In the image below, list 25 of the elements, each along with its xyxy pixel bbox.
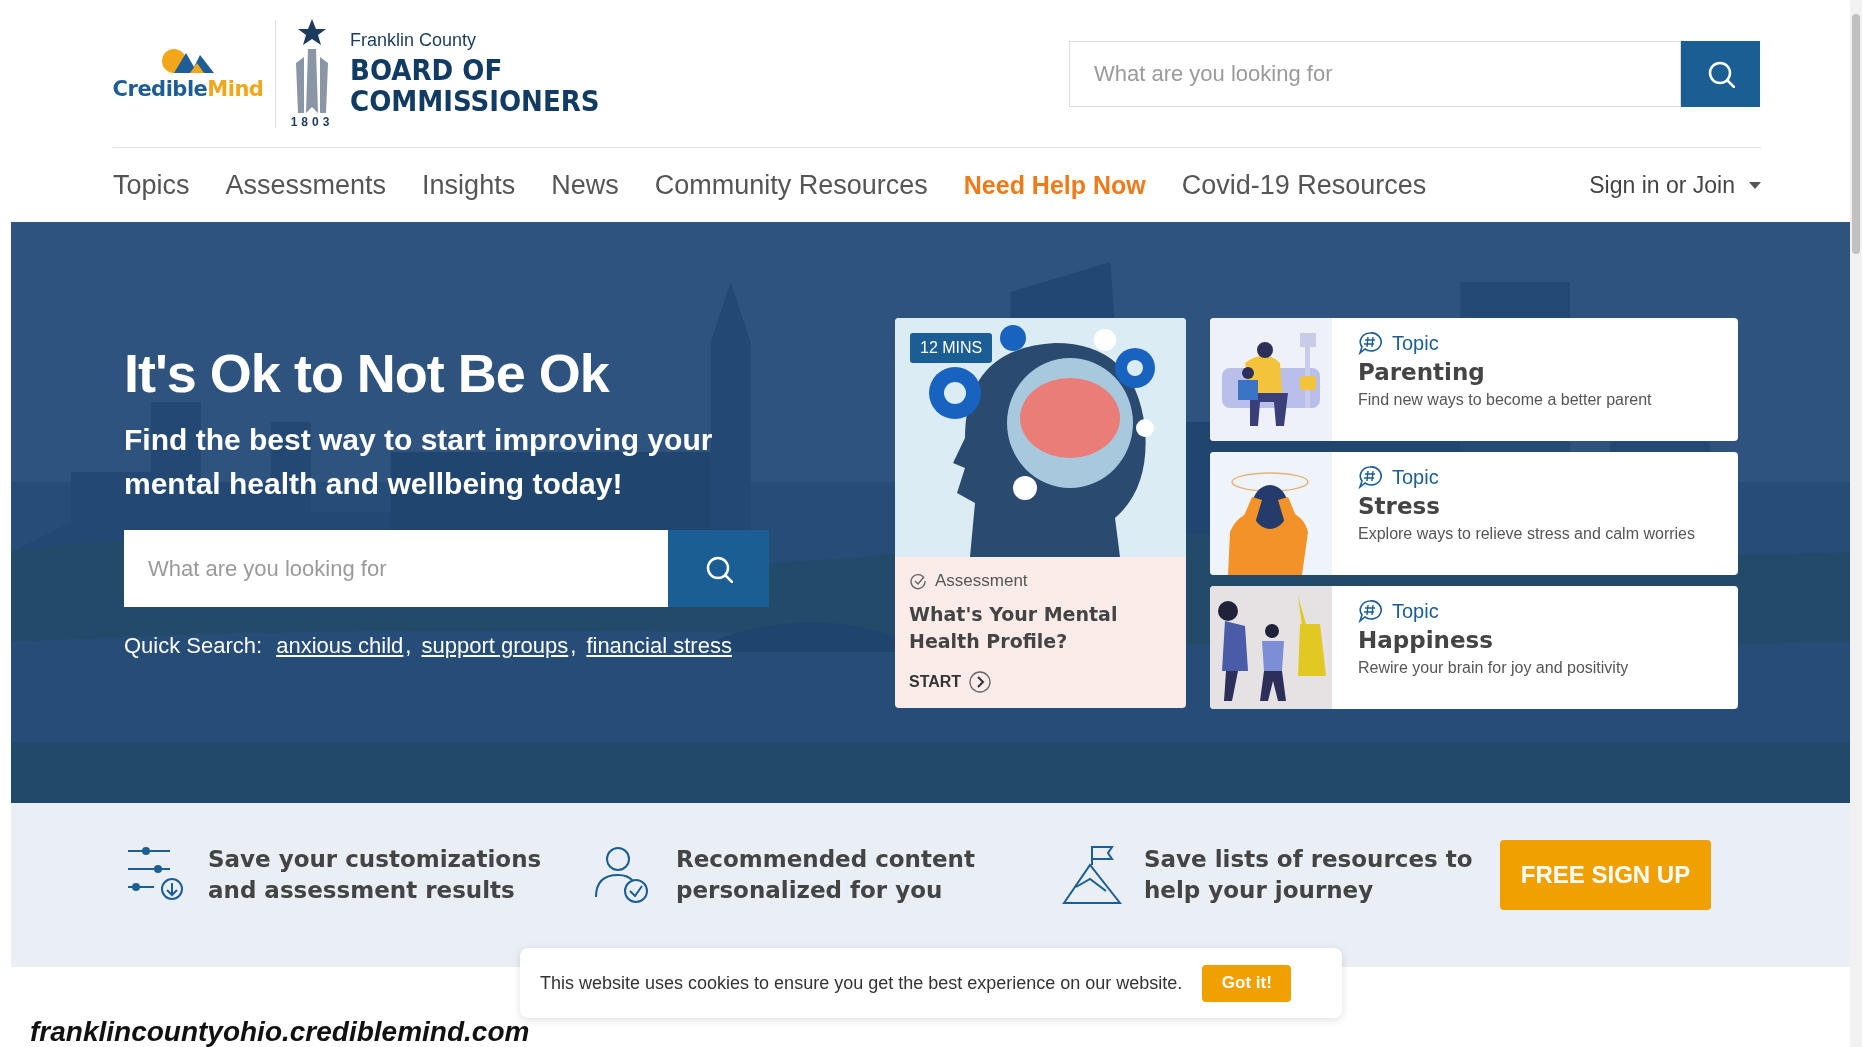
county-name: Franklin County (350, 30, 478, 51)
account-menu[interactable]: Sign in or Join (1589, 171, 1761, 199)
nav-link[interactable]: Assessments (225, 169, 387, 201)
cookie-message: This website uses cookies to ensure you get the best experience on our website. (540, 972, 1183, 994)
benefit-text: Recommended content personalized for you (676, 845, 975, 905)
scrollbar-thumb[interactable] (1852, 14, 1860, 254)
mountain-flag-icon (1062, 845, 1122, 905)
nav-link[interactable]: Covid-19 Resources (1181, 169, 1427, 201)
nav-link[interactable]: News (551, 169, 619, 201)
benefit-text: Save lists of resources to help your journey (1144, 845, 1473, 905)
search-field[interactable]: What are you looking for (1069, 40, 1681, 107)
board-title: COMMISSIONERS (350, 86, 600, 117)
caret-icon (1749, 181, 1761, 189)
site-url: franklincountyohio.crediblemind.com (30, 1016, 530, 1047)
nav-link[interactable]: Topics (113, 169, 190, 201)
search-button[interactable] (1681, 40, 1760, 107)
benefit-text: Save your customizations and assessment results (208, 845, 542, 905)
board-title: BOARD OF (350, 55, 504, 86)
search-icon (1706, 59, 1735, 88)
nav-link[interactable]: Community Resources (654, 169, 928, 201)
brand-logo-icon (160, 46, 216, 75)
nav-link[interactable]: Insights (422, 169, 516, 201)
brand-name: CredibleMind (112, 76, 264, 101)
founding-year: 1803 (290, 114, 334, 129)
scrollbar[interactable] (1850, 0, 1862, 1047)
